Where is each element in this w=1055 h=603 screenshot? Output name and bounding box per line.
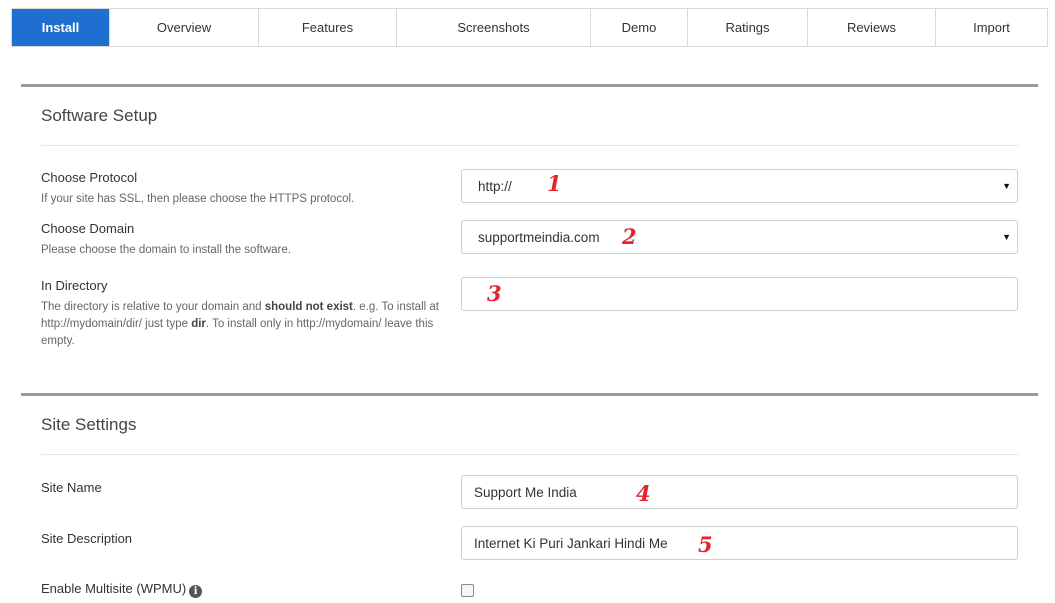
software-setup-section: Software Setup Choose Protocol If your s… [21,84,1038,384]
domain-select[interactable]: supportmeindia.com ▼ [461,220,1018,254]
multisite-label: Enable Multisite (WPMU) i [41,581,203,598]
chevron-down-icon: ▼ [1002,181,1011,191]
multisite-checkbox[interactable] [461,584,474,597]
site-settings-title: Site Settings [41,415,137,434]
annotation-marker-5: 5 [698,532,713,557]
protocol-help: If your site has SSL, then please choose… [41,193,355,205]
tab-demo[interactable]: Demo [591,9,688,46]
site-description-label: Site Description [41,531,133,546]
directory-input[interactable] [461,277,1018,311]
tab-screenshots[interactable]: Screenshots [397,9,591,46]
section-divider [41,454,1018,455]
site-description-input[interactable]: Internet Ki Puri Jankari Hindi Me [461,526,1018,560]
tab-bar: Install Overview Features Screenshots De… [11,8,1048,47]
tab-features[interactable]: Features [259,9,397,46]
tab-overview[interactable]: Overview [110,9,259,46]
annotation-marker-2: 2 [622,224,637,249]
domain-label: Choose Domain [41,221,135,236]
directory-label: In Directory [41,278,108,293]
annotation-marker-4: 4 [636,481,651,506]
site-settings-section: Site Settings Site Name Support Me India… [21,393,1038,603]
tab-import[interactable]: Import [936,9,1047,46]
annotation-marker-3: 3 [487,281,502,306]
chevron-down-icon: ▼ [1002,232,1011,242]
software-setup-title: Software Setup [41,106,158,125]
section-divider [41,145,1018,146]
protocol-label: Choose Protocol [41,170,138,185]
tab-install[interactable]: Install [12,9,110,46]
site-name-label: Site Name [41,480,102,495]
site-name-input[interactable]: Support Me India [461,475,1018,509]
domain-value: supportmeindia.com [478,229,600,245]
tab-reviews[interactable]: Reviews [808,9,936,46]
info-icon[interactable]: i [189,585,203,598]
domain-help: Please choose the domain to install the … [41,244,291,256]
directory-help: The directory is relative to your domain… [41,301,439,347]
protocol-select[interactable]: http:// ▼ [461,169,1018,203]
tab-ratings[interactable]: Ratings [688,9,808,46]
protocol-value: http:// [478,178,512,194]
annotation-marker-1: 1 [547,171,562,196]
